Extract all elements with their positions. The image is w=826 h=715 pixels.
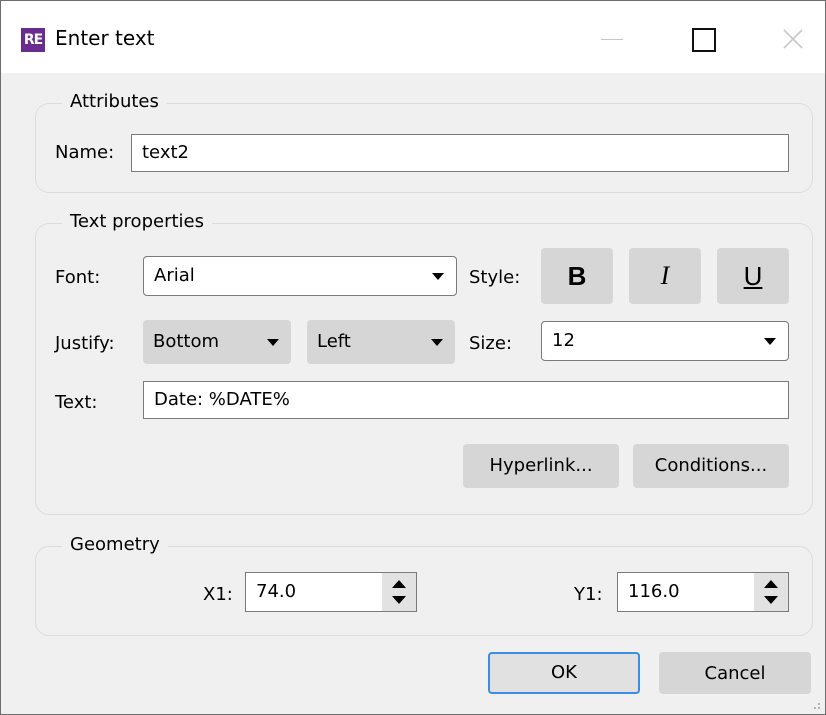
text-input[interactable]: Date: %DATE% xyxy=(143,381,789,419)
justify-horizontal-value: Left xyxy=(317,331,351,352)
text-properties-group-title: Text properties xyxy=(62,211,212,232)
conditions-button[interactable]: Conditions... xyxy=(633,444,789,488)
underline-button[interactable]: U xyxy=(717,248,789,304)
ok-button[interactable]: OK xyxy=(488,652,640,694)
y1-spinbox[interactable]: 116.0 xyxy=(617,572,789,612)
cancel-button[interactable]: Cancel xyxy=(659,652,811,694)
close-icon xyxy=(783,29,803,49)
x1-spin-buttons[interactable] xyxy=(382,573,416,611)
size-combo-value: 12 xyxy=(552,330,575,351)
justify-vertical-combo[interactable]: Bottom xyxy=(143,320,291,364)
maximize-button[interactable] xyxy=(683,19,723,59)
title-bar[interactable]: RE Enter text xyxy=(1,1,825,73)
window-title: Enter text xyxy=(55,26,155,50)
size-combo[interactable]: 12 xyxy=(541,321,789,361)
bold-button[interactable]: B xyxy=(541,248,613,304)
close-button[interactable] xyxy=(773,19,813,59)
spin-down-icon[interactable] xyxy=(764,596,778,604)
chevron-down-icon xyxy=(764,338,776,345)
spin-up-icon[interactable] xyxy=(764,580,778,588)
y1-value: 116.0 xyxy=(628,581,680,602)
italic-button[interactable]: I xyxy=(629,248,701,304)
y1-spin-buttons[interactable] xyxy=(754,573,788,611)
style-label: Style: xyxy=(469,267,521,288)
font-combo-value: Arial xyxy=(154,265,195,286)
x1-label: X1: xyxy=(203,584,233,605)
enter-text-dialog: RE Enter text Attributes Name: text2 Tex… xyxy=(0,0,826,715)
font-label: Font: xyxy=(55,267,101,288)
x1-spinbox[interactable]: 74.0 xyxy=(245,572,417,612)
minimize-button[interactable] xyxy=(593,19,633,59)
text-label: Text: xyxy=(55,392,98,413)
justify-label: Justify: xyxy=(55,333,115,354)
justify-vertical-value: Bottom xyxy=(153,331,220,352)
resize-grip-icon[interactable] xyxy=(809,698,821,710)
spin-down-icon[interactable] xyxy=(392,596,406,604)
x1-value: 74.0 xyxy=(256,581,297,602)
geometry-group-title: Geometry xyxy=(62,534,168,555)
attributes-group-title: Attributes xyxy=(62,91,167,112)
name-label: Name: xyxy=(55,142,115,163)
font-combo[interactable]: Arial xyxy=(143,256,457,296)
justify-horizontal-combo[interactable]: Left xyxy=(307,320,455,364)
chevron-down-icon xyxy=(432,273,444,280)
spin-up-icon[interactable] xyxy=(392,580,406,588)
y1-label: Y1: xyxy=(574,584,603,605)
app-icon: RE xyxy=(21,28,45,52)
chevron-down-icon xyxy=(431,339,443,346)
name-input[interactable]: text2 xyxy=(131,134,789,172)
size-label: Size: xyxy=(469,333,513,354)
chevron-down-icon xyxy=(267,339,279,346)
hyperlink-button[interactable]: Hyperlink... xyxy=(463,444,619,488)
